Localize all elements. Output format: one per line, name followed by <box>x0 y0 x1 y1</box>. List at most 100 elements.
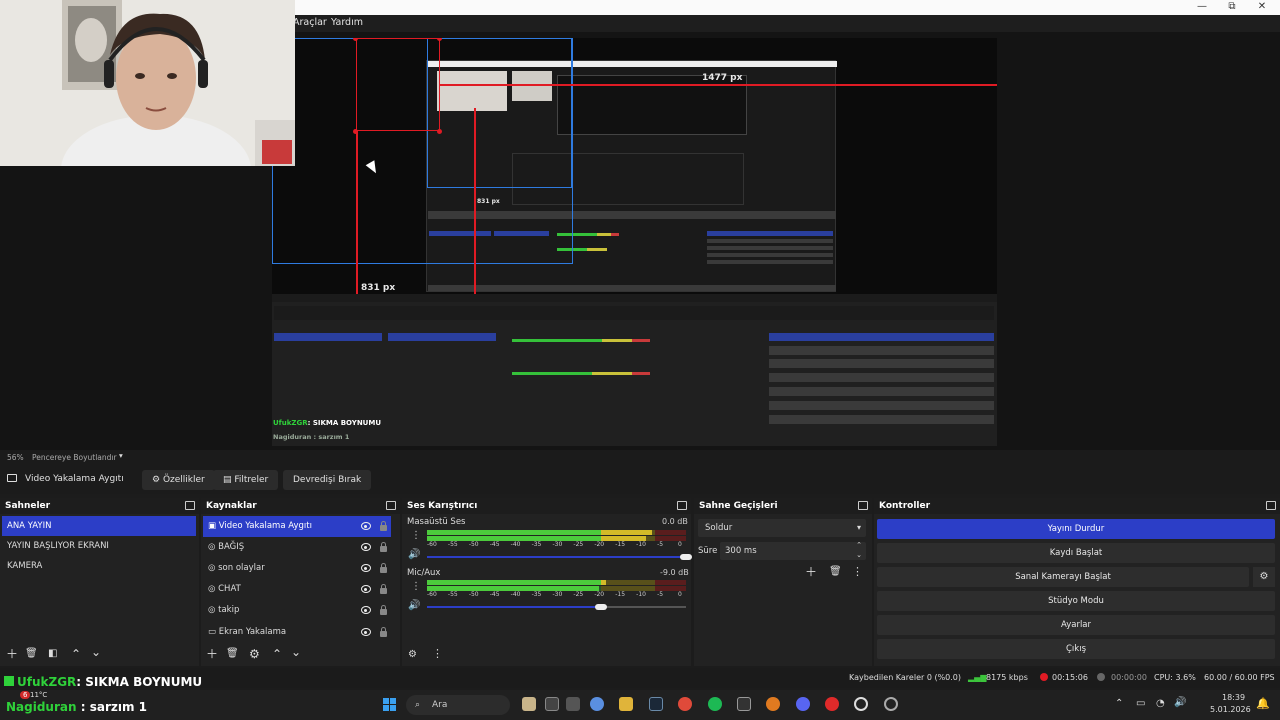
remove-source-button[interactable]: 🗑 <box>226 648 239 660</box>
add-scene-button[interactable]: ＋ <box>6 648 18 660</box>
volume-slider[interactable] <box>427 553 692 561</box>
app-red-icon[interactable] <box>825 697 839 711</box>
studio-mode-button[interactable]: Stüdyo Modu <box>877 591 1275 611</box>
add-transition-button[interactable]: ＋ <box>805 566 817 578</box>
start-virtual-camera-button[interactable]: Sanal Kamerayı Başlat <box>877 567 1249 587</box>
discord-icon[interactable] <box>796 697 810 711</box>
properties-button[interactable]: ⚙ Özellikler <box>142 470 215 490</box>
add-source-button[interactable]: ＋ <box>206 648 218 660</box>
move-scene-down-button[interactable]: ⌄ <box>91 646 101 658</box>
active-source-name: Video Yakalama Aygıtı <box>25 474 124 484</box>
scale-mode-dropdown-icon[interactable]: ▾ <box>119 451 123 460</box>
meter-background <box>600 580 655 585</box>
dropped-frames: Kaybedilen Kareler 0 (%0.0) <box>849 673 962 682</box>
start-recording-button[interactable]: Kaydı Başlat <box>877 543 1275 563</box>
move-source-up-button[interactable]: ⌃ <box>272 648 282 660</box>
undock-icon[interactable] <box>1266 501 1276 510</box>
chrome-icon[interactable] <box>678 697 692 711</box>
lock-icon[interactable] <box>380 542 387 552</box>
app-icon[interactable] <box>566 697 580 711</box>
meter-level <box>600 530 653 535</box>
visibility-eye-icon[interactable] <box>361 522 371 530</box>
stop-streaming-button[interactable]: Yayını Durdur <box>877 519 1275 539</box>
remove-transition-button[interactable]: 🗑 <box>829 566 842 578</box>
undock-icon[interactable] <box>677 501 687 510</box>
epic-games-icon[interactable] <box>737 697 751 711</box>
meter-scale: -60 -55 -50 -45 -40 -35 -30 -25 -20 -15 -10 -5 0 <box>427 540 686 548</box>
lock-icon[interactable] <box>380 584 387 594</box>
obs-icon[interactable] <box>854 697 868 711</box>
speaker-icon[interactable]: 🔊 <box>408 600 420 611</box>
close-button[interactable]: ✕ <box>1248 0 1276 15</box>
undock-icon[interactable] <box>858 501 868 510</box>
scene-item[interactable]: ANA YAYIN <box>2 516 196 536</box>
undock-icon[interactable] <box>386 501 396 510</box>
lock-icon[interactable] <box>380 563 387 573</box>
chat-badge-icon <box>4 676 14 686</box>
mixer-menu-icon[interactable]: ⋮ <box>432 648 443 660</box>
file-explorer-icon[interactable] <box>619 697 633 711</box>
slider-knob[interactable] <box>594 604 607 610</box>
track-menu-icon[interactable]: ⋮ <box>411 581 421 592</box>
volume-icon[interactable]: 🔊 <box>1174 697 1186 708</box>
windows-start-icon[interactable] <box>383 698 397 712</box>
mini-chat-line: UfukZGR: SIKMA BOYNUMU <box>273 419 382 427</box>
settings-button[interactable]: Ayarlar <box>877 615 1275 635</box>
lock-icon[interactable] <box>380 627 387 637</box>
spin-icon[interactable]: ⌃ ⌄ <box>856 540 862 560</box>
scale-mode[interactable]: Pencereye Boyutlandır <box>32 453 117 462</box>
visibility-eye-icon[interactable] <box>361 628 371 636</box>
widgets-icon[interactable] <box>522 697 536 711</box>
network-icon[interactable]: ▭ <box>1136 698 1145 709</box>
transition-menu-icon[interactable]: ⋮ <box>852 566 863 578</box>
move-source-down-button[interactable]: ⌄ <box>291 646 301 658</box>
transition-select[interactable]: Soldur ▾ <box>698 519 866 537</box>
obs-icon-2[interactable] <box>884 697 898 711</box>
track-menu-icon[interactable]: ⋮ <box>411 530 421 541</box>
width-guide-label: 1477 px <box>702 73 743 83</box>
volume-slider[interactable] <box>427 603 686 611</box>
spotify-icon[interactable] <box>708 697 722 711</box>
menu-help[interactable]: Yardım <box>331 17 363 28</box>
meter-tick-label: -15 <box>615 591 626 598</box>
restore-button[interactable]: ⧉ <box>1218 0 1246 15</box>
deactivate-button[interactable]: Devredişi Bırak <box>283 470 372 490</box>
meter-tick-label: -55 <box>447 591 458 598</box>
duration-input[interactable]: 300 ms ⌃ ⌄ <box>720 540 866 560</box>
firefox-icon[interactable] <box>766 697 780 711</box>
meter-level <box>427 530 601 535</box>
scene-item[interactable]: KAMERA <box>2 556 196 576</box>
minimize-button[interactable]: — <box>1188 0 1216 15</box>
source-properties-gear-icon[interactable]: ⚙ <box>249 648 260 660</box>
filters-button[interactable]: ▤ Filtreler <box>213 470 279 490</box>
move-scene-up-button[interactable]: ⌃ <box>71 648 81 660</box>
captured-screen: 1477 px 831 px <box>272 38 997 446</box>
scene-item[interactable]: YAYIN BAŞLIYOR EKRANI <box>2 536 196 556</box>
visibility-eye-icon[interactable] <box>361 543 371 551</box>
undock-icon[interactable] <box>185 501 195 510</box>
menu-tools[interactable]: Araçlar <box>293 17 327 28</box>
lock-icon[interactable] <box>380 521 387 531</box>
copilot-icon[interactable] <box>590 697 604 711</box>
wifi-icon[interactable]: ◔ <box>1156 698 1165 709</box>
preview-canvas[interactable]: 1477 px 831 px 831 px <box>272 38 997 446</box>
taskbar-search[interactable]: ⌕ Ara <box>406 695 510 715</box>
visibility-eye-icon[interactable] <box>361 585 371 593</box>
recording-indicator-icon <box>1097 673 1105 681</box>
clock-date[interactable]: 5.01.2026 <box>1210 705 1251 714</box>
clock-time[interactable]: 18:39 <box>1222 693 1245 702</box>
slider-knob[interactable] <box>680 554 692 560</box>
task-view-icon[interactable] <box>545 697 559 711</box>
advanced-audio-gear-icon[interactable]: ⚙ <box>408 649 417 661</box>
virtual-camera-gear-icon[interactable]: ⚙ <box>1253 567 1275 587</box>
speaker-icon[interactable]: 🔊 <box>408 549 420 560</box>
tray-chevron-icon[interactable]: ⌃ <box>1115 698 1123 709</box>
lock-icon[interactable] <box>380 605 387 615</box>
scene-filters-button[interactable]: ◧ <box>48 648 57 660</box>
notification-bell-icon[interactable]: 🔔 <box>1256 697 1270 710</box>
exit-button[interactable]: Çıkış <box>877 639 1275 659</box>
remove-scene-button[interactable]: 🗑 <box>25 648 38 660</box>
visibility-eye-icon[interactable] <box>361 564 371 572</box>
visibility-eye-icon[interactable] <box>361 606 371 614</box>
steam-icon[interactable] <box>649 697 663 711</box>
